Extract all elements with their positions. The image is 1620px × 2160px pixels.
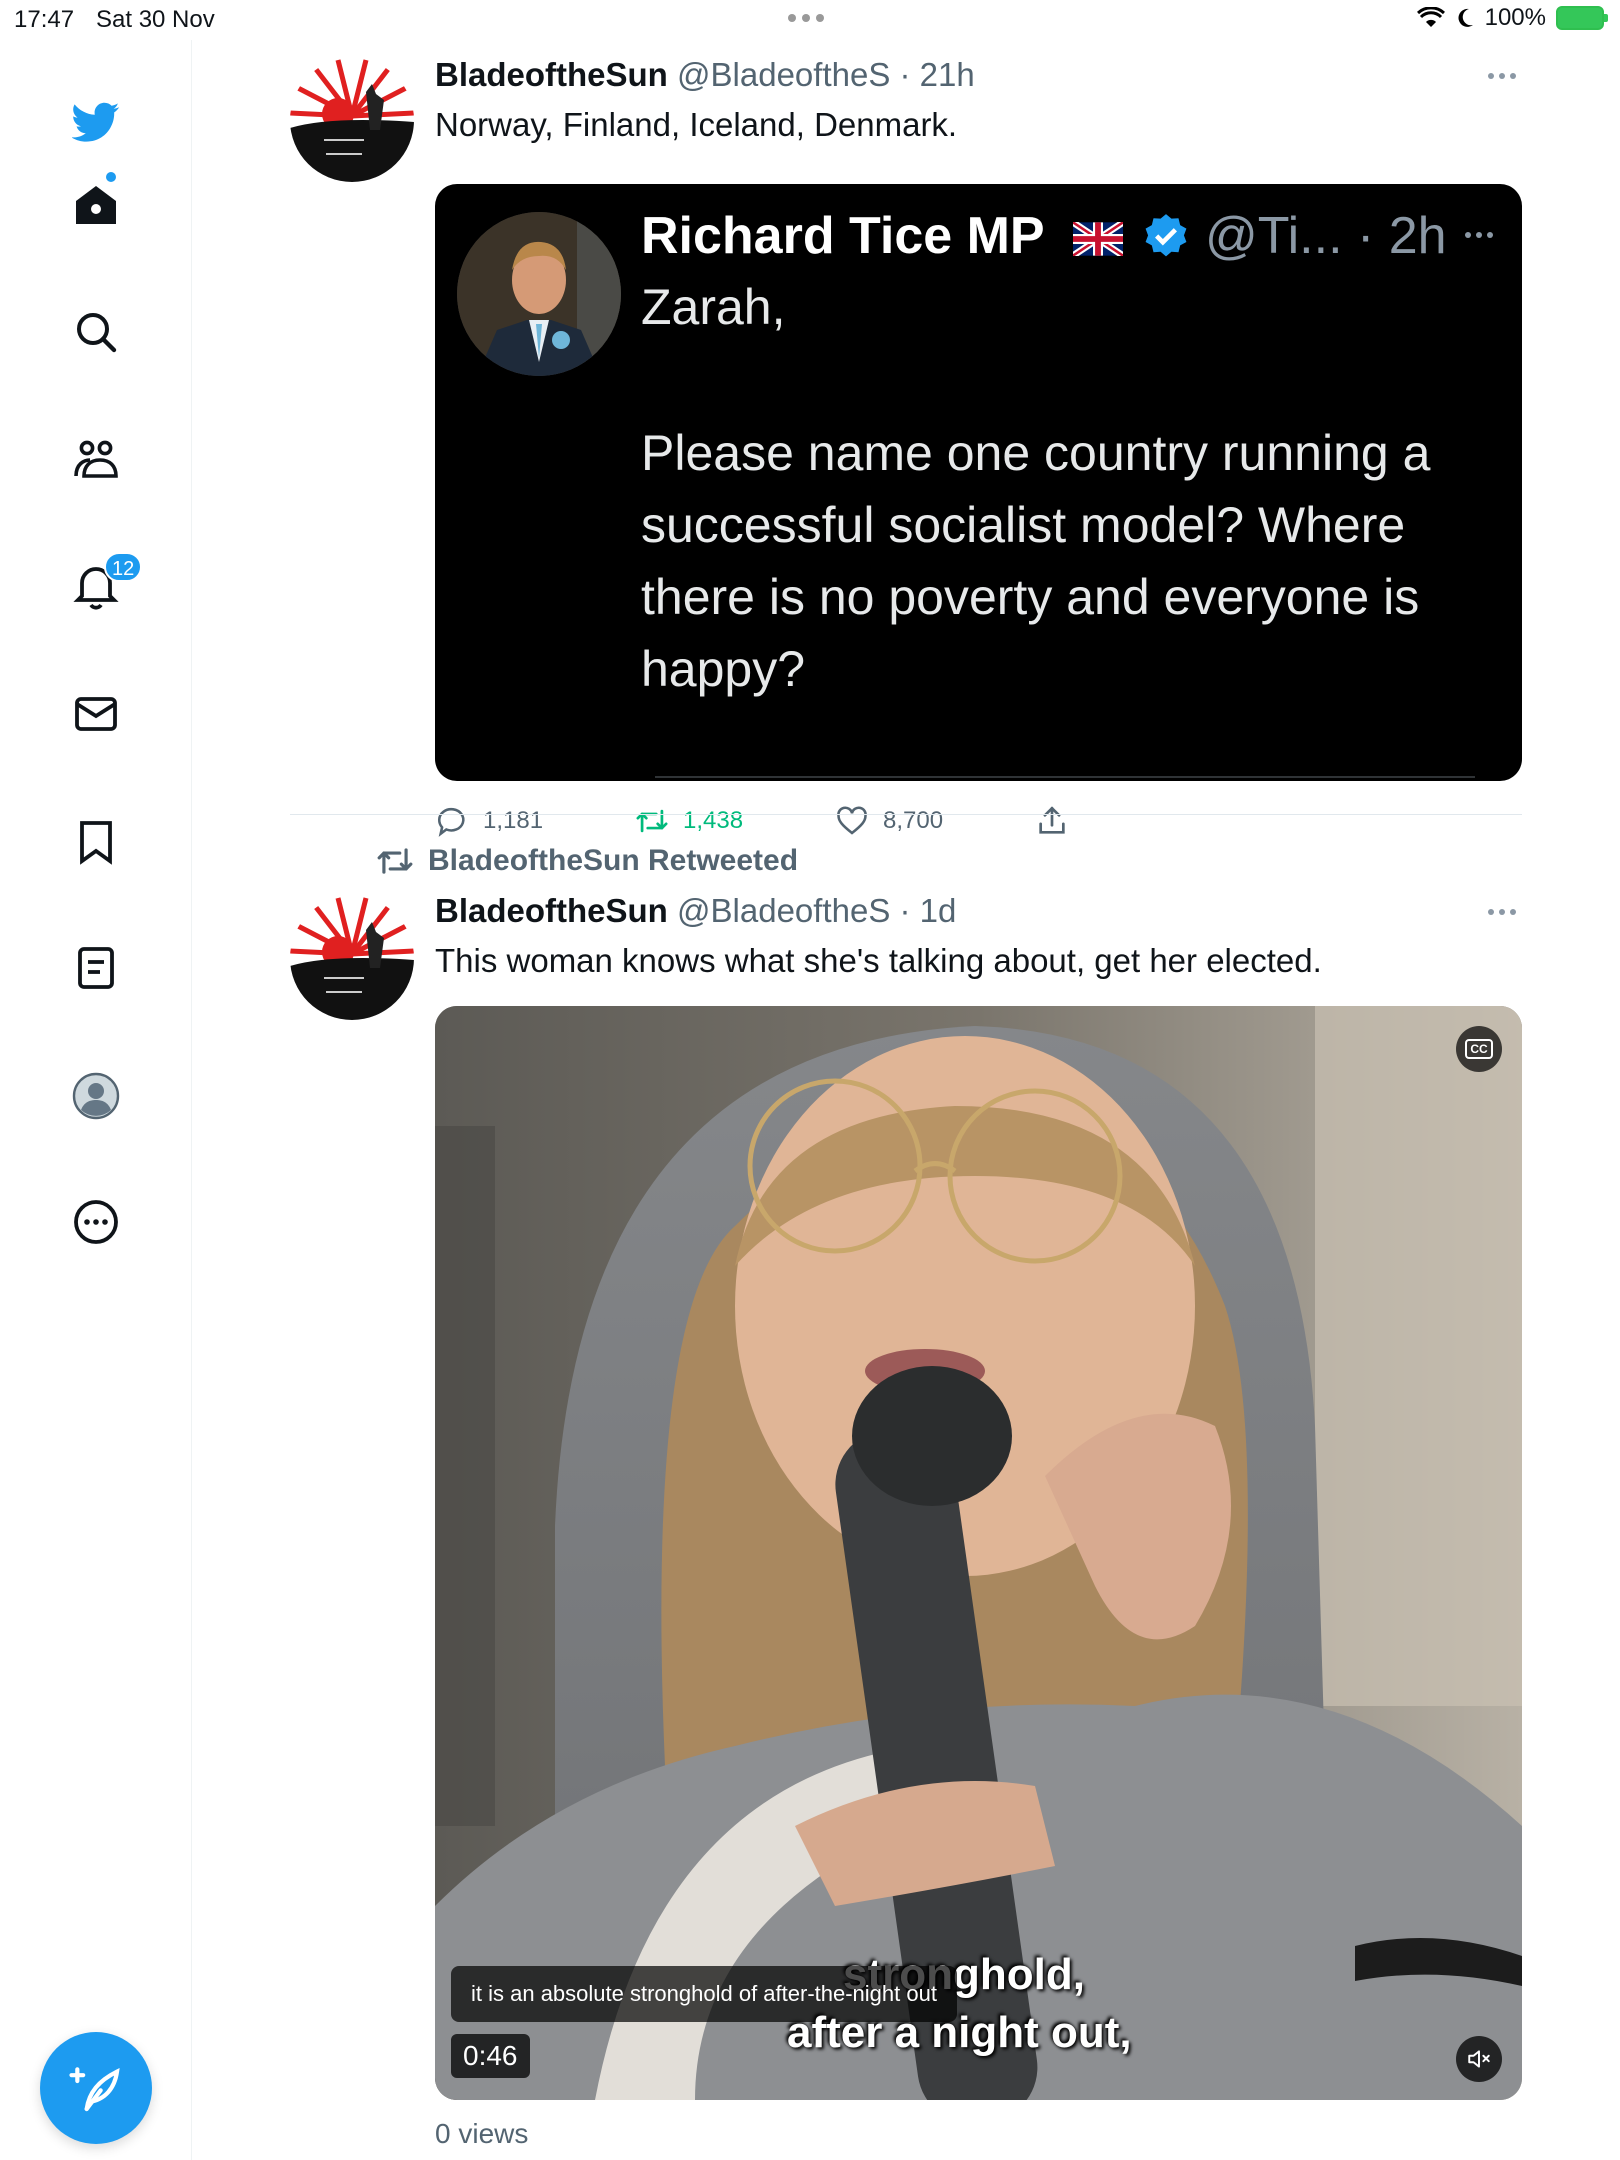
notifications-badge: 12 <box>104 552 143 582</box>
heart-icon <box>837 806 867 835</box>
like-button[interactable]: 8,700 <box>835 804 943 838</box>
status-bar: 17:47 Sat 30 Nov 100% <box>0 0 1620 40</box>
timestamp[interactable]: · 1d <box>900 892 957 929</box>
tweet-more-icon[interactable] <box>1482 66 1522 86</box>
status-date: Sat 30 Nov <box>96 6 215 33</box>
profile-icon[interactable] <box>64 1064 128 1128</box>
video-frame <box>435 1006 1522 2100</box>
retweet-icon <box>377 848 413 874</box>
video-player[interactable]: CC stronghold, it is an absolute strongh… <box>435 1006 1522 2100</box>
tweet-divider <box>290 814 1522 815</box>
tweet-header: BladeoftheSun @BladeoftheS · 21h <box>435 56 975 94</box>
quoted-text-line: happy? <box>641 641 806 697</box>
do-not-disturb-icon <box>1458 8 1473 27</box>
home-icon[interactable] <box>64 174 128 238</box>
quoted-more-icon <box>1465 232 1493 238</box>
mute-button[interactable] <box>1456 2036 1502 2082</box>
burned-in-subtitle: after a night out, <box>787 2008 1132 2057</box>
display-name[interactable]: BladeoftheSun <box>435 56 668 93</box>
retweet-context-label: BladeoftheSun Retweeted <box>428 844 799 877</box>
closed-captions-icon: CC <box>1465 1039 1493 1059</box>
tweet-text: Norway, Finland, Iceland, Denmark. <box>435 106 958 143</box>
reply-count: 1,181 <box>483 807 544 834</box>
search-icon[interactable] <box>64 300 128 364</box>
compose-tweet-icon <box>69 2067 120 2112</box>
compose-tweet-button[interactable] <box>40 2032 152 2144</box>
retweet-count: 1,438 <box>683 807 744 834</box>
sidebar: 12 <box>0 40 192 2160</box>
more-icon[interactable] <box>64 1190 128 1254</box>
quoted-text-line: successful socialist model? Where <box>641 497 1406 553</box>
communities-icon[interactable] <box>64 428 128 492</box>
retweet-button[interactable]: 1,438 <box>635 804 743 838</box>
quoted-tweet[interactable]: Richard Tice MP @Ti... · 2h Zarah, Pleas… <box>435 184 1522 781</box>
battery-percent: 100% <box>1484 4 1546 31</box>
closed-captions-button[interactable]: CC <box>1456 1026 1502 1072</box>
quoted-handle: @Ti... · 2h <box>1205 207 1447 265</box>
wifi-icon <box>1416 7 1445 27</box>
quoted-avatar <box>457 212 621 376</box>
tweet[interactable]: BladeoftheSun @BladeoftheS · 21h Norway,… <box>290 56 1522 837</box>
quoted-text-line: Zarah, <box>641 279 786 335</box>
username[interactable]: @BladeoftheS <box>677 892 890 929</box>
avatar[interactable] <box>290 896 414 1020</box>
status-time: 17:47 <box>14 6 75 33</box>
display-name[interactable]: BladeoftheSun <box>435 892 668 929</box>
tweet-actions: 1,181 1,438 8,700 <box>435 804 1135 844</box>
tweet-text: This woman knows what she's talking abou… <box>435 942 1322 979</box>
share-icon <box>1039 806 1065 834</box>
tweet-more-icon[interactable] <box>1482 902 1522 922</box>
quoted-text-line: Please name one country running a <box>641 425 1431 481</box>
messages-icon[interactable] <box>64 682 128 746</box>
status-indicators: 100% <box>1416 4 1608 32</box>
uk-flag-icon <box>1073 222 1123 256</box>
quoted-text-line: there is no poverty and everyone is <box>641 569 1420 625</box>
timestamp[interactable]: · 21h <box>900 56 975 93</box>
bookmarks-icon[interactable] <box>64 810 128 874</box>
reply-button[interactable]: 1,181 <box>435 804 543 838</box>
home-unread-dot <box>106 172 116 182</box>
share-button[interactable] <box>1035 804 1069 838</box>
quoted-display-name: Richard Tice MP <box>641 207 1045 265</box>
avatar[interactable] <box>290 58 414 182</box>
reply-icon <box>437 807 465 837</box>
retweet-icon <box>636 809 668 833</box>
tweet-header: BladeoftheSun @BladeoftheS · 1d <box>435 892 956 930</box>
muted-speaker-icon <box>1468 2050 1490 2068</box>
retweet-context[interactable]: BladeoftheSun Retweeted <box>376 842 798 880</box>
verified-badge-icon <box>1145 214 1187 257</box>
twitter-logo-icon[interactable] <box>64 90 128 154</box>
video-duration: 0:46 <box>451 2034 530 2078</box>
battery-icon <box>1556 6 1608 30</box>
view-count: 0 views <box>435 2118 529 2149</box>
like-count: 8,700 <box>883 807 944 834</box>
multitasking-dots-icon[interactable] <box>788 8 834 28</box>
lists-icon[interactable] <box>64 936 128 1000</box>
divider <box>655 776 1475 778</box>
username[interactable]: @BladeoftheS <box>677 56 890 93</box>
